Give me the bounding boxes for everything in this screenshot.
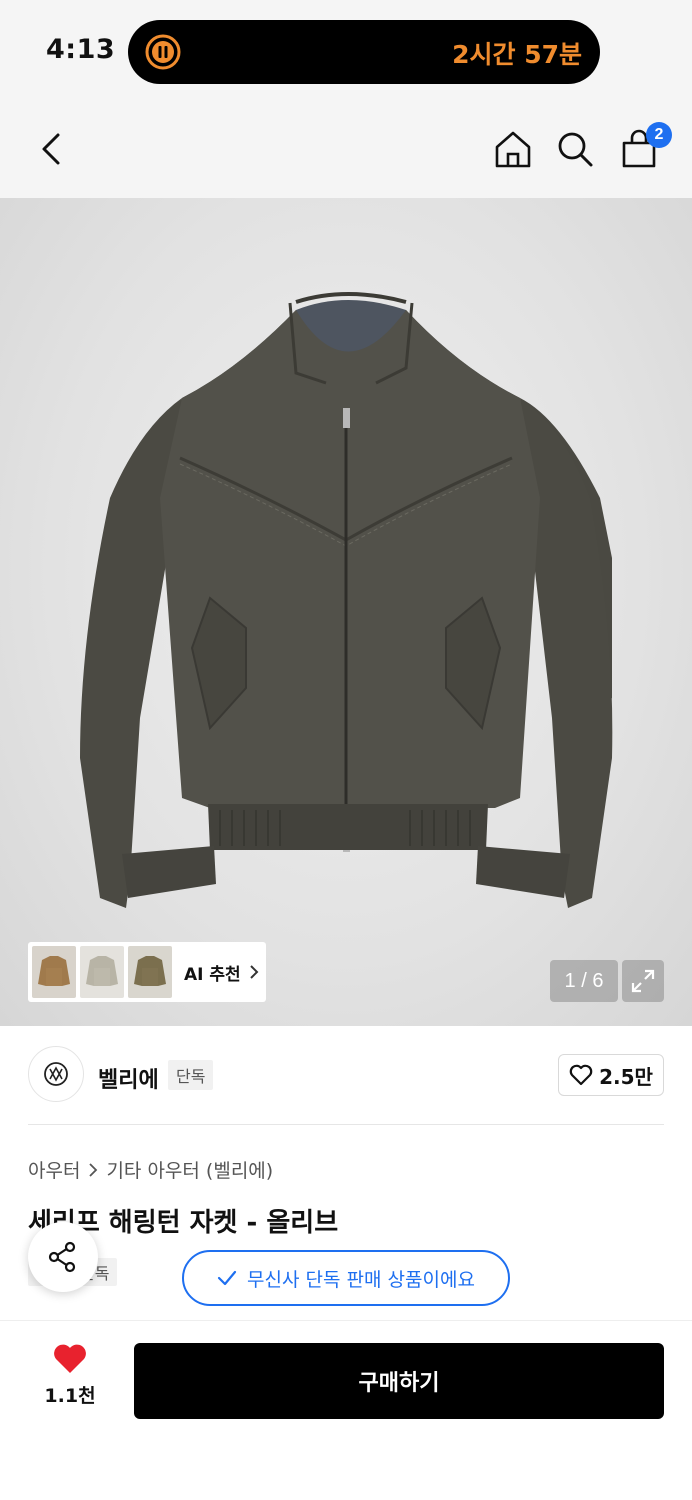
wishlist-count: 1.1천 [44, 1385, 96, 1407]
cart-button[interactable]: 2 [616, 122, 672, 172]
timer-text: 2시간 57분 [452, 40, 582, 69]
brand-name[interactable]: 벨리에 [98, 1062, 159, 1094]
bottom-action-bar: 1.1천 구매하기 [0, 1320, 692, 1500]
brand-like-count: 2.5만 [599, 1064, 653, 1089]
breadcrumb-subcategory[interactable]: 기타 아우터 (벨리에) [106, 1156, 273, 1183]
exclusive-notice-text: 무신사 단독 판매 상품이에요 [247, 1268, 475, 1291]
heart-outline-icon [569, 1064, 593, 1086]
jacket-photo [80, 292, 613, 908]
back-button[interactable] [28, 126, 74, 172]
top-nav-bar: 2 [0, 100, 692, 198]
clock: 4:13 [46, 34, 116, 65]
buy-button[interactable]: 구매하기 [134, 1343, 664, 1419]
home-icon [495, 131, 531, 168]
chevron-right-icon [249, 965, 259, 979]
reco-thumb-olive-jacket[interactable] [128, 946, 172, 998]
pause-timer-icon [145, 34, 181, 70]
expand-image-button[interactable] [622, 960, 664, 1002]
brand-row: 벨리에 단독 2.5만 [0, 1026, 692, 1126]
ai-recommend-label: AI 추천 [184, 964, 241, 985]
brand-logo-mark [44, 1062, 68, 1086]
search-icon [558, 132, 593, 167]
search-button[interactable] [552, 126, 598, 172]
reco-thumb-tan-jacket[interactable] [32, 946, 76, 998]
divider [28, 1124, 664, 1125]
breadcrumb-category[interactable]: 아우터 [28, 1156, 80, 1183]
product-image-gallery[interactable]: AI 추천 1 / 6 [0, 198, 692, 1026]
expand-icon [631, 969, 655, 993]
heart-filled-icon [54, 1344, 86, 1373]
home-button[interactable] [490, 126, 536, 172]
wishlist-button[interactable]: 1.1천 [30, 1343, 110, 1419]
brand-exclusive-badge: 단독 [168, 1060, 214, 1090]
share-button[interactable] [28, 1222, 98, 1292]
dynamic-island[interactable]: 2시간 57분 [128, 20, 600, 84]
status-bar: 4:13 2시간 57분 [0, 0, 692, 100]
reco-thumb-beige-jacket[interactable] [80, 946, 124, 998]
image-counter: 1 / 6 [550, 960, 618, 1002]
brand-logo[interactable] [28, 1046, 84, 1102]
chevron-right-icon [89, 1162, 98, 1177]
breadcrumb: 아우터 기타 아우터 (벨리에) [28, 1156, 273, 1183]
check-icon [217, 1270, 237, 1286]
brand-like-button[interactable]: 2.5만 [558, 1054, 664, 1096]
exclusive-notice-toast: 무신사 단독 판매 상품이에요 [182, 1250, 510, 1306]
chevron-left-icon [42, 133, 60, 165]
ai-recommend-strip[interactable]: AI 추천 [28, 942, 266, 1002]
cart-count-badge: 2 [646, 122, 672, 148]
share-icon [48, 1241, 76, 1273]
